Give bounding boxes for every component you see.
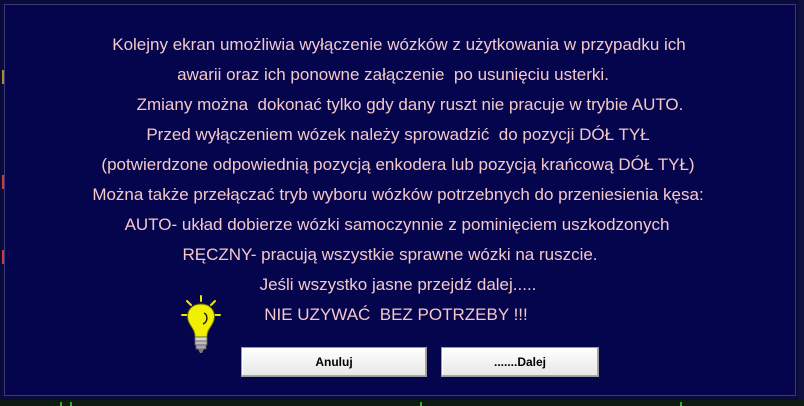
- message-line: Jeśli wszystko jasne przejdź dalej.....: [259, 275, 537, 294]
- message-line: Można także przełączać tryb wyboru wózkó…: [92, 185, 704, 204]
- message-line: RĘCZNY- pracują wszystkie sprawne wózki …: [182, 245, 598, 264]
- lightbulb-icon: [181, 295, 221, 365]
- background-window-edge: [798, 0, 804, 406]
- message-line: AUTO- układ dobierze wózki samoczynnie z…: [124, 215, 670, 234]
- info-dialog: Kolejny ekran umożliwia wyłączenie wózkó…: [4, 4, 796, 396]
- warning-line: NIE UZYWAĆ BEZ POTRZEBY !!!: [264, 305, 528, 324]
- message-line: Przed wyłączeniem wózek należy sprowadzi…: [146, 125, 650, 144]
- message-line: (potwierdzone odpowiednią pozycją enkode…: [101, 155, 695, 174]
- message-line: awarii oraz ich ponowne załączenie po us…: [177, 65, 609, 84]
- message-line: Zmiany można dokonać tylko gdy dany rusz…: [136, 95, 684, 114]
- message-line: Kolejny ekran umożliwia wyłączenie wózkó…: [112, 35, 686, 54]
- cancel-button[interactable]: Anuluj: [241, 347, 427, 377]
- screen: Kolejny ekran umożliwia wyłączenie wózkó…: [0, 0, 804, 406]
- next-button[interactable]: .......Dalej: [441, 347, 599, 377]
- background-status-strip: [0, 400, 804, 406]
